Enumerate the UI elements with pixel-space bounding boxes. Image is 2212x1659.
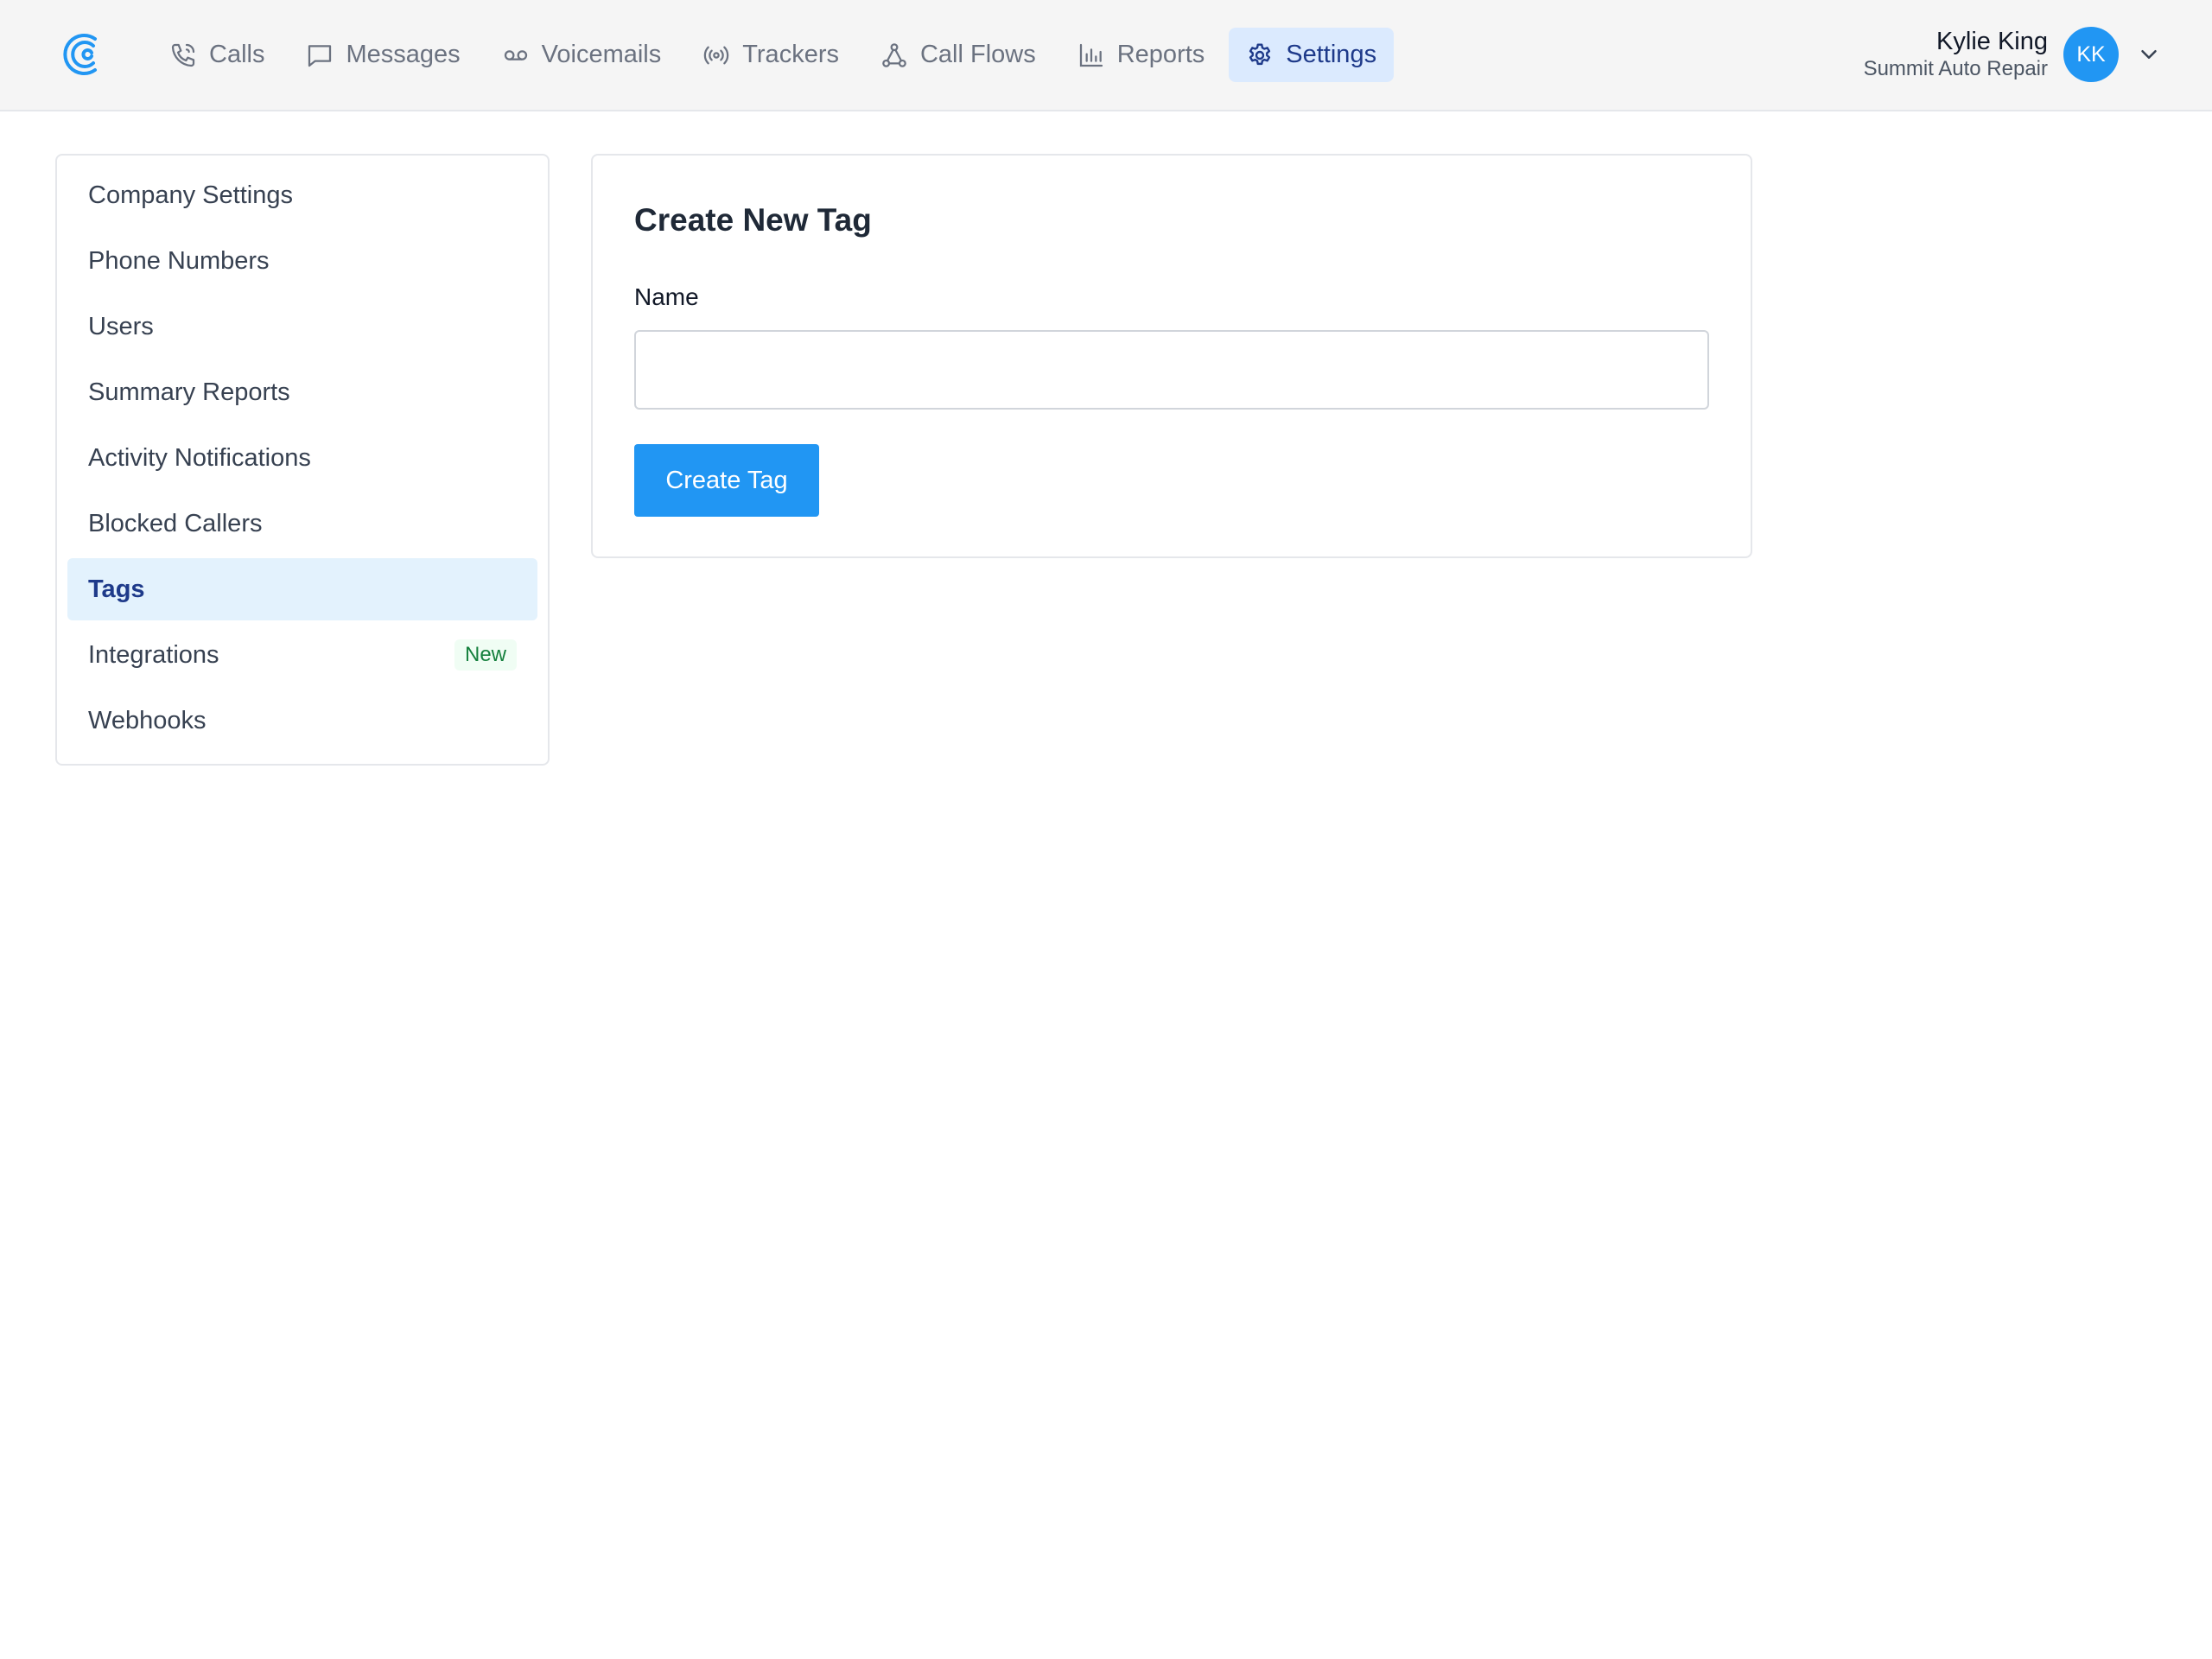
sidebar-item-label: Phone Numbers	[88, 246, 270, 275]
page-title: Create New Tag	[634, 202, 872, 238]
avatar[interactable]: KK	[2063, 27, 2119, 82]
nav-call-flows-label: Call Flows	[919, 41, 1036, 68]
user-info: Kylie King Summit Auto Repair	[1864, 27, 2048, 82]
user-name: Kylie King	[1936, 28, 2048, 55]
sidebar-item-users[interactable]: Users	[67, 296, 537, 358]
nav-calls-label: Calls	[209, 41, 265, 68]
sidebar-item-integrations[interactable]: Integrations New	[67, 624, 537, 686]
flow-icon	[882, 42, 906, 67]
app-logo-icon[interactable]	[60, 32, 102, 77]
user-organization: Summit Auto Repair	[1863, 57, 2048, 80]
sidebar-item-label: Activity Notifications	[88, 443, 311, 472]
broadcast-icon	[704, 46, 729, 64]
name-field-label: Name	[634, 283, 699, 310]
nav-reports[interactable]: Reports	[1060, 28, 1223, 82]
sidebar-item-label: Users	[88, 312, 154, 340]
nav-voicemails-label: Voicemails	[541, 41, 662, 68]
tag-name-input[interactable]	[634, 330, 1709, 410]
chevron-down-icon[interactable]	[2136, 41, 2162, 67]
gear-icon	[1249, 43, 1271, 65]
sidebar-item-label: Webhooks	[88, 706, 207, 734]
sidebar-item-phone-numbers[interactable]: Phone Numbers	[67, 230, 537, 292]
sidebar-item-label: Company Settings	[88, 181, 293, 209]
nav-trackers[interactable]: Trackers	[685, 28, 856, 82]
create-tag-button[interactable]: Create Tag	[634, 444, 819, 517]
nav-trackers-label: Trackers	[742, 41, 839, 68]
nav-reports-label: Reports	[1116, 41, 1205, 68]
top-navigation-bar: Calls Messages Voicemails Trackers Call …	[0, 0, 2212, 111]
main-nav: Calls Messages Voicemails Trackers Call …	[152, 28, 1401, 82]
sidebar-item-label: Summary Reports	[88, 378, 290, 406]
user-menu[interactable]: Kylie King Summit Auto Repair KK	[1864, 26, 2162, 83]
sidebar-item-activity-notifications[interactable]: Activity Notifications	[67, 427, 537, 489]
nav-messages-label: Messages	[346, 41, 461, 68]
sidebar-item-label: Integrations	[88, 640, 219, 669]
sidebar-item-tags[interactable]: Tags	[67, 558, 537, 620]
sidebar-item-label: Blocked Callers	[88, 509, 263, 537]
bar-chart-icon	[1079, 43, 1103, 67]
settings-sidebar: Company Settings Phone Numbers Users Sum…	[55, 154, 550, 766]
sidebar-item-label: Tags	[88, 575, 145, 603]
new-badge: New	[454, 639, 517, 671]
nav-settings-label: Settings	[1286, 41, 1377, 68]
phone-icon	[171, 43, 195, 67]
nav-calls[interactable]: Calls	[152, 28, 282, 82]
create-tag-card: Create New Tag Name Create Tag	[591, 154, 1752, 558]
nav-messages[interactable]: Messages	[289, 28, 477, 82]
message-icon	[308, 44, 332, 67]
sidebar-item-webhooks[interactable]: Webhooks	[67, 690, 537, 752]
nav-voicemails[interactable]: Voicemails	[485, 28, 679, 82]
nav-call-flows[interactable]: Call Flows	[863, 28, 1053, 82]
sidebar-item-summary-reports[interactable]: Summary Reports	[67, 361, 537, 423]
nav-settings[interactable]: Settings	[1229, 28, 1395, 82]
voicemail-icon	[504, 49, 527, 60]
sidebar-item-blocked-callers[interactable]: Blocked Callers	[67, 493, 537, 555]
sidebar-item-company-settings[interactable]: Company Settings	[67, 164, 537, 226]
